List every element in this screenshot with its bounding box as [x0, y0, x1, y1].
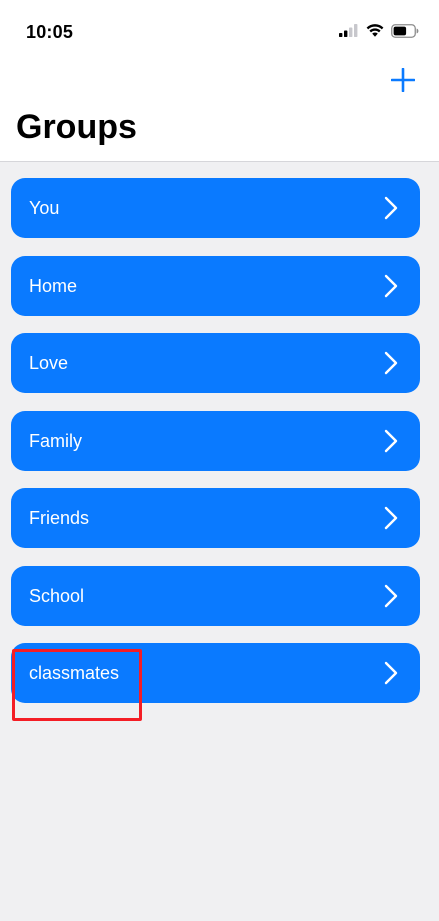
- groups-list: You Home Love Family Friends School clas…: [11, 178, 420, 721]
- group-row-label: Home: [29, 275, 78, 296]
- group-row-you[interactable]: You: [11, 178, 420, 238]
- group-row-label: School: [29, 585, 85, 606]
- group-row-school[interactable]: School: [11, 565, 420, 626]
- top-bar: 10:05 Groups: [0, 0, 439, 162]
- add-group-button[interactable]: [387, 66, 419, 98]
- chevron-right-icon: [384, 429, 398, 453]
- group-row-friends[interactable]: Friends: [11, 488, 420, 548]
- group-row-label: Friends: [29, 508, 90, 528]
- group-row-classmates[interactable]: classmates: [11, 643, 420, 703]
- group-row-label: Family: [29, 430, 82, 451]
- wifi-icon: [366, 24, 384, 42]
- group-row-label: classmates: [29, 663, 120, 683]
- cellular-signal-icon: [339, 24, 359, 42]
- chevron-right-icon: [384, 196, 398, 220]
- group-row-family[interactable]: Family: [11, 410, 420, 471]
- chevron-right-icon: [384, 274, 398, 298]
- chevron-right-icon: [384, 351, 398, 375]
- chevron-right-icon: [384, 506, 398, 530]
- group-row-label: Love: [29, 353, 69, 373]
- plus-icon: [390, 67, 416, 97]
- chevron-right-icon: [384, 584, 398, 608]
- battery-icon: [391, 23, 419, 43]
- group-row-love[interactable]: Love: [11, 333, 420, 393]
- status-icons: [339, 23, 419, 43]
- status-time: 10:05: [26, 22, 74, 42]
- group-row-home[interactable]: Home: [11, 255, 420, 316]
- group-row-label: You: [29, 198, 60, 218]
- chevron-right-icon: [384, 661, 398, 685]
- page-title: Groups: [16, 108, 137, 146]
